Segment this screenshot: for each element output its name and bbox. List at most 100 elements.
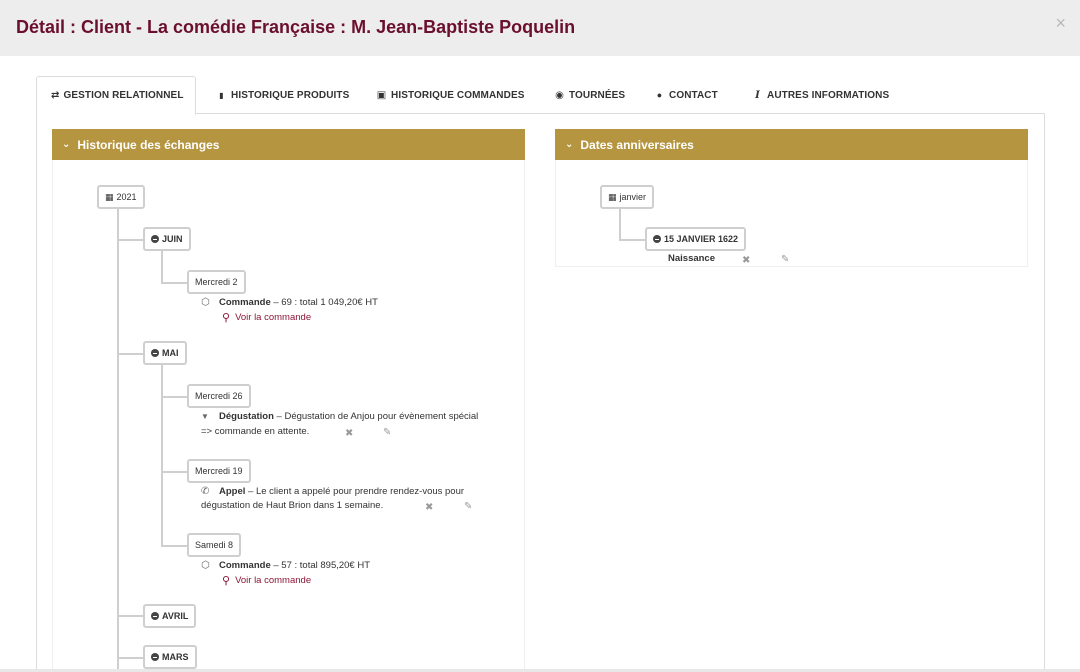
link-label: Voir la commande <box>235 312 312 323</box>
entry-text: – 57 : total 895,20€ HT <box>270 560 371 571</box>
day-node: Mercredi 26 <box>187 384 251 408</box>
month-label: MARS <box>162 652 189 662</box>
box-icon: ⬡ <box>201 297 210 308</box>
modal-title: Détail : Client - La comédie Française :… <box>16 17 576 37</box>
edit-icon[interactable]: ✎ <box>464 501 472 512</box>
list-item: ✆ Appel – Le client a appelé pour prendre… <box>201 485 464 499</box>
tab-historique-commandes[interactable]: ▣ HISTORIQUE COMMANDES <box>362 76 539 114</box>
search-icon: ⚲ <box>222 575 231 587</box>
event-label: Naissance <box>668 253 716 264</box>
tab-label: AUTRES INFORMATIONS <box>767 89 890 101</box>
timeline-trunk <box>619 209 621 241</box>
history-panel-header[interactable]: ⌄ Historique des échanges <box>52 129 525 160</box>
tab-contact[interactable]: ● CONTACT <box>640 76 732 114</box>
close-button[interactable]: × <box>1055 14 1066 32</box>
day-label: Mercredi 2 <box>195 277 238 287</box>
date-node[interactable]: 15 JANVIER 1622 <box>645 227 747 251</box>
collapse-icon <box>151 612 159 620</box>
delete-icon[interactable]: ✖ <box>425 502 433 513</box>
view-order-link[interactable]: ⚲ Voir la commande <box>222 311 311 324</box>
entry-type: Commande <box>219 297 271 308</box>
chevron-down-icon: ⌄ <box>565 139 574 150</box>
tab-autres-informations[interactable]: i AUTRES INFORMATIONS <box>738 76 903 114</box>
day-node: Samedi 8 <box>187 533 242 557</box>
timeline-branch <box>161 471 188 473</box>
tab-label: TOURNÉES <box>569 89 626 101</box>
bottle-icon: ▮ <box>219 90 224 100</box>
entry-text-continued: => commande en attente. <box>201 426 310 437</box>
box-icon: ▣ <box>376 89 387 101</box>
tab-gestion-relationnel[interactable]: ⇄ GESTION RELATIONNEL <box>36 76 196 115</box>
list-item: ▼ Dégustation – Dégustation de Anjou pour… <box>201 410 478 424</box>
delete-icon[interactable]: ✖ <box>742 255 750 266</box>
timeline-sub-trunk <box>161 365 163 546</box>
entry-text: – Le client a appelé pour prendre rendez… <box>245 486 465 497</box>
month-node-avril[interactable]: AVRIL <box>143 604 197 628</box>
month-label: MAI <box>162 348 179 358</box>
entry-text-continued: dégustation de Haut Brion dans 1 semaine… <box>201 500 384 511</box>
view-order-link[interactable]: ⚲ Voir la commande <box>222 574 311 587</box>
timeline-branch <box>117 615 143 617</box>
collapse-icon <box>151 653 159 661</box>
tab-label: CONTACT <box>669 89 718 101</box>
box-icon: ⬡ <box>201 560 210 571</box>
list-item: ⬡ Commande – 57 : total 895,20€ HT <box>201 559 370 573</box>
timeline-branch <box>161 396 188 398</box>
day-node: Mercredi 2 <box>187 270 246 294</box>
tab-label: GESTION RELATIONNEL <box>63 90 184 101</box>
tab-label: HISTORIQUE COMMANDES <box>391 89 525 101</box>
entry-text: – Dégustation de Anjou pour évènement sp… <box>273 411 479 422</box>
chevron-down-icon: ⌄ <box>62 139 71 150</box>
timeline-branch <box>117 239 143 241</box>
date-label: 15 JANVIER 1622 <box>664 234 739 244</box>
entry-type: Dégustation <box>219 411 274 422</box>
list-item: ⬡ Commande – 69 : total 1 049,20€ HT <box>201 296 378 310</box>
collapse-icon <box>653 235 661 243</box>
entry-text: – 69 : total 1 049,20€ HT <box>270 297 378 308</box>
entry-type: Commande <box>219 560 271 571</box>
panel-title: Historique des échanges <box>77 137 220 152</box>
tab-label: HISTORIQUE PRODUITS <box>231 89 350 101</box>
panel-title: Dates anniversaires <box>580 137 694 152</box>
tabs-bar: ⇄ GESTION RELATIONNEL ▮ HISTORIQUE PRODU… <box>36 76 1045 115</box>
tab-tournees[interactable]: ◉ TOURNÉES <box>540 76 639 114</box>
tab-historique-produits[interactable]: ▮ HISTORIQUE PRODUITS <box>202 76 363 114</box>
calendar-icon: ▦ <box>608 191 617 202</box>
edit-icon[interactable]: ✎ <box>781 254 789 265</box>
calendar-icon: ▦ <box>105 191 114 202</box>
modal-header: Détail : Client - La comédie Française :… <box>0 0 1080 56</box>
user-icon: ● <box>656 90 663 100</box>
anniversaries-panel-body <box>555 160 1028 267</box>
collapse-icon <box>151 349 159 357</box>
month-node-mai[interactable]: MAI <box>143 341 187 365</box>
timeline-branch <box>619 239 646 241</box>
day-label: Mercredi 19 <box>195 466 243 476</box>
entry-type: Appel <box>219 486 246 497</box>
search-icon: ⚲ <box>222 312 231 324</box>
timeline-branch <box>161 545 188 547</box>
month-node-juin[interactable]: JUIN <box>143 227 191 251</box>
filter-icon: ▼ <box>201 412 209 421</box>
link-label: Voir la commande <box>235 575 312 586</box>
timeline-branch <box>117 657 143 659</box>
day-label: Samedi 8 <box>195 540 234 550</box>
timeline-branch <box>117 353 143 355</box>
day-label: Mercredi 26 <box>195 391 243 401</box>
month-node-janvier: ▦ janvier <box>600 185 655 209</box>
year-node: ▦ 2021 <box>97 185 145 209</box>
month-label: JUIN <box>162 234 183 244</box>
day-node: Mercredi 19 <box>187 459 251 483</box>
info-icon: i <box>755 89 760 101</box>
timeline-trunk <box>117 209 119 672</box>
delete-icon[interactable]: ✖ <box>345 428 353 439</box>
collapse-icon <box>151 235 159 243</box>
month-node-mars[interactable]: MARS <box>143 645 197 669</box>
timeline-sub-trunk <box>161 251 163 283</box>
phone-icon: ✆ <box>201 486 210 497</box>
timeline-branch <box>161 282 188 284</box>
month-label: janvier <box>619 192 647 202</box>
anniversaries-panel-header[interactable]: ⌄ Dates anniversaires <box>555 129 1028 160</box>
edit-icon[interactable]: ✎ <box>383 427 391 438</box>
exchange-icon: ⇄ <box>51 90 60 101</box>
year-label: 2021 <box>116 192 137 202</box>
